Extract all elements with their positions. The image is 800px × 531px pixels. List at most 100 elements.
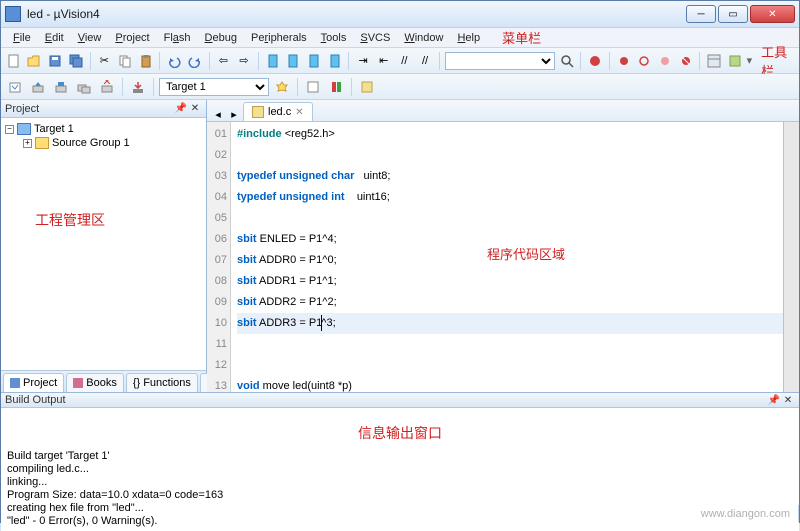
editor-tab-led[interactable]: led.c ✕: [243, 102, 313, 121]
menu-view[interactable]: View: [72, 30, 108, 46]
menu-file[interactable]: File: [7, 30, 37, 46]
code-editor[interactable]: 01020304050607080910111213 #include <reg…: [207, 122, 799, 392]
build-icon[interactable]: [28, 77, 48, 97]
toolbar-build: ✕ Target 1: [1, 74, 799, 100]
editor-area: ◂ ▸ led.c ✕ 01020304050607080910111213 #…: [207, 100, 799, 392]
menu-help[interactable]: Help: [451, 30, 486, 46]
editor-scrollbar[interactable]: [783, 122, 799, 392]
save-all-icon[interactable]: [67, 51, 85, 71]
stop-build-icon[interactable]: ✕: [97, 77, 117, 97]
breakpoint-enable-icon[interactable]: [635, 51, 653, 71]
breakpoint-insert-icon[interactable]: [615, 51, 633, 71]
status-right: www.diangon.com: [569, 505, 799, 522]
tab-project[interactable]: Project: [3, 373, 64, 392]
bookmark-prev-icon[interactable]: [284, 51, 302, 71]
menu-svcs[interactable]: SVCS: [354, 30, 396, 46]
translate-icon[interactable]: [5, 77, 25, 97]
bookmark-icon[interactable]: [264, 51, 282, 71]
project-pane: Project 📌 ✕ − Target 1 + Source Group 1 …: [1, 100, 207, 392]
title-bar: led - µVision4 ─ ▭ ✕: [1, 1, 799, 28]
find-dropdown[interactable]: [445, 52, 555, 70]
build-output-title: Build Output: [5, 394, 66, 406]
tab-books[interactable]: Books: [66, 373, 124, 392]
find-icon[interactable]: [558, 51, 576, 71]
cut-icon[interactable]: ✂: [96, 51, 114, 71]
annotation-code-area: 程序代码区域: [487, 244, 565, 263]
save-icon[interactable]: [46, 51, 64, 71]
pane-close-icon[interactable]: ✕: [188, 102, 202, 116]
close-button[interactable]: ✕: [750, 5, 795, 23]
debug-icon[interactable]: [586, 51, 604, 71]
menu-flash[interactable]: Flash: [158, 30, 197, 46]
manage-books-icon[interactable]: [326, 77, 346, 97]
breakpoint-disable-icon[interactable]: [656, 51, 674, 71]
project-window-icon[interactable]: [357, 77, 377, 97]
watermark: www.diangon.com: [701, 508, 790, 520]
paste-icon[interactable]: [137, 51, 155, 71]
target-icon: [17, 123, 31, 135]
expand-icon[interactable]: +: [23, 139, 32, 148]
window-title: led - µVision4: [27, 7, 686, 21]
project-tabs: Project Books {}Functions 0↓Templates: [1, 370, 206, 392]
download-icon[interactable]: [128, 77, 148, 97]
new-file-icon[interactable]: [5, 51, 23, 71]
tree-group-node[interactable]: + Source Group 1: [5, 136, 202, 150]
outdent-icon[interactable]: ⇤: [375, 51, 393, 71]
tab-functions[interactable]: {}Functions: [126, 373, 198, 392]
target-options-icon[interactable]: [272, 77, 292, 97]
project-pane-title: Project: [5, 103, 39, 115]
nav-fwd-icon[interactable]: ⇨: [235, 51, 253, 71]
annotation-menubar: 菜单栏: [502, 28, 541, 47]
breakpoint-kill-icon[interactable]: [677, 51, 695, 71]
open-file-icon[interactable]: [26, 51, 44, 71]
tree-target-node[interactable]: − Target 1: [5, 122, 202, 136]
comment-icon[interactable]: //: [396, 51, 414, 71]
menu-debug[interactable]: Debug: [199, 30, 243, 46]
pane-pin-icon[interactable]: 📌: [767, 393, 781, 407]
uncomment-icon[interactable]: //: [416, 51, 434, 71]
maximize-button[interactable]: ▭: [718, 5, 748, 23]
tab-prev-icon[interactable]: ◂: [211, 107, 225, 121]
annotation-project-area: 工程管理区: [35, 210, 202, 230]
undo-icon[interactable]: [165, 51, 183, 71]
main-window: led - µVision4 ─ ▭ ✕ File Edit View Proj…: [0, 0, 800, 523]
nav-back-icon[interactable]: ⇦: [215, 51, 233, 71]
app-icon: [5, 6, 21, 22]
rebuild-icon[interactable]: [51, 77, 71, 97]
minimize-button[interactable]: ─: [686, 5, 716, 23]
batch-build-icon[interactable]: [74, 77, 94, 97]
project-pane-header: Project 📌 ✕: [1, 100, 206, 118]
tab-close-icon[interactable]: ✕: [295, 107, 303, 118]
window-layout-icon[interactable]: [705, 51, 723, 71]
menu-bar: File Edit View Project Flash Debug Perip…: [1, 28, 799, 48]
menu-project[interactable]: Project: [109, 30, 155, 46]
bookmark-next-icon[interactable]: [305, 51, 323, 71]
pane-pin-icon[interactable]: 📌: [174, 102, 188, 116]
target-dropdown[interactable]: Target 1: [159, 78, 269, 96]
build-output-header: Build Output 📌 ✕: [1, 393, 799, 408]
menu-window[interactable]: Window: [398, 30, 449, 46]
toolbar-main: ✂ ⇦ ⇨ ⇥ ⇤ // // ▾ 工具栏: [1, 48, 799, 74]
annotation-output-area: 信息输出窗口: [358, 428, 442, 441]
folder-icon: [35, 137, 49, 149]
tab-next-icon[interactable]: ▸: [227, 107, 241, 121]
redo-icon[interactable]: [186, 51, 204, 71]
configure-icon[interactable]: [726, 51, 744, 71]
project-tree[interactable]: − Target 1 + Source Group 1 工程管理区: [1, 118, 206, 370]
copy-icon[interactable]: [116, 51, 134, 71]
line-gutter: 01020304050607080910111213: [207, 122, 231, 392]
menu-tools[interactable]: Tools: [315, 30, 353, 46]
expand-icon[interactable]: −: [5, 125, 14, 134]
menu-edit[interactable]: Edit: [39, 30, 70, 46]
indent-icon[interactable]: ⇥: [354, 51, 372, 71]
main-area: Project 📌 ✕ − Target 1 + Source Group 1 …: [1, 100, 799, 392]
menu-peripherals[interactable]: Peripherals: [245, 30, 313, 46]
svg-text:✕: ✕: [102, 80, 111, 88]
bookmark-clear-icon[interactable]: [326, 51, 344, 71]
build-output-pane: Build Output 📌 ✕ 信息输出窗口 Build target 'Ta…: [1, 392, 799, 504]
window-controls: ─ ▭ ✕: [686, 5, 795, 23]
pane-close-icon[interactable]: ✕: [781, 393, 795, 407]
file-ext-icon[interactable]: [303, 77, 323, 97]
editor-tabbar: ◂ ▸ led.c ✕: [207, 100, 799, 122]
c-file-icon: [252, 106, 264, 118]
